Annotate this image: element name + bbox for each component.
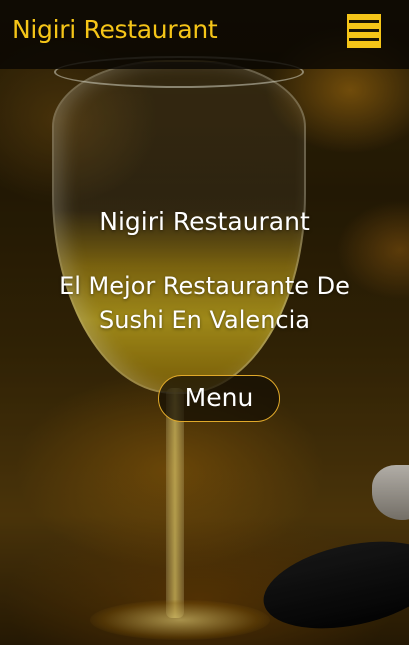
page: Nigiri Restaurant Nigiri Restaurant El M…: [0, 0, 409, 645]
hamburger-bar: [349, 38, 379, 41]
site-header: Nigiri Restaurant: [0, 0, 409, 69]
hamburger-icon[interactable]: [347, 13, 381, 48]
menu-button[interactable]: Menu: [158, 375, 280, 422]
hero-section: Nigiri Restaurant El Mejor Restaurante D…: [0, 205, 409, 337]
hero-title: Nigiri Restaurant: [99, 207, 310, 236]
brand-logo-link[interactable]: Nigiri Restaurant: [12, 17, 218, 42]
hamburger-bar: [349, 29, 379, 32]
hamburger-bar: [349, 20, 379, 23]
hero-subtitle: El Mejor Restaurante De Sushi En Valenci…: [59, 272, 350, 334]
